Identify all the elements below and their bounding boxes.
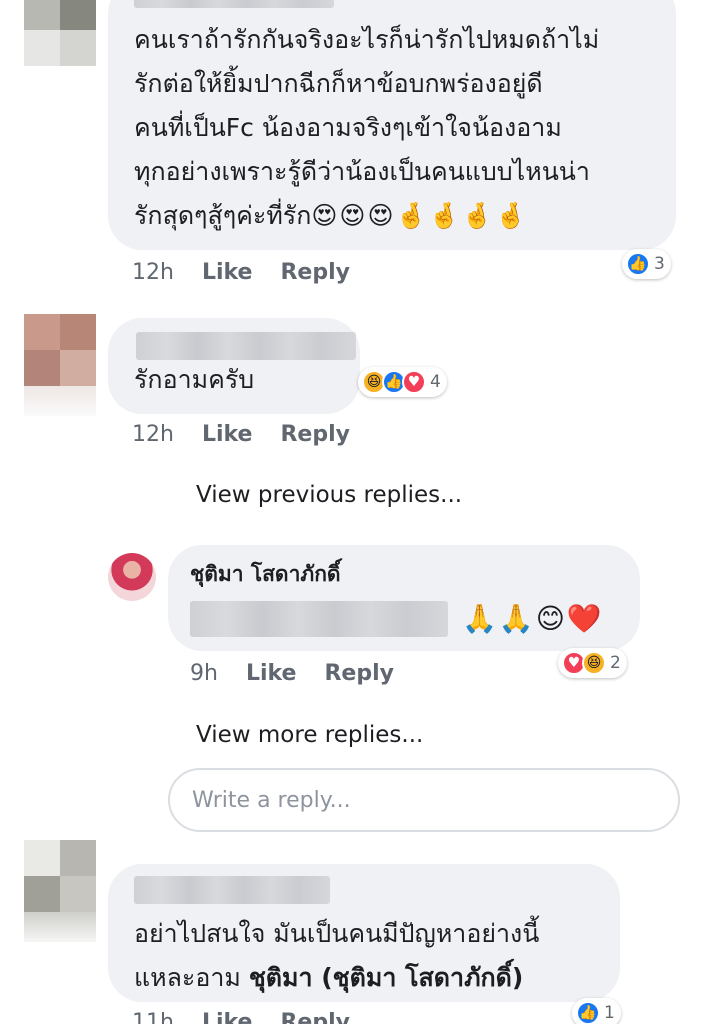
comment-timestamp[interactable]: 11h xyxy=(132,1010,174,1024)
comment-bubble[interactable]: อย่าไปสนใจ มันเป็นคนมีปัญหาอย่างนี้ แหละ… xyxy=(108,864,620,1002)
comment-text-line: ทุกอย่างเพราะรู้ดีว่าน้องเป็นคนแบบไหนน่า xyxy=(134,157,590,186)
reply-button[interactable]: Reply xyxy=(280,260,350,285)
avatar[interactable] xyxy=(24,840,96,912)
comment-text-line: รักสุดๆสู้ๆค่ะที่รัก xyxy=(134,201,312,230)
like-reaction-icon: 👍 xyxy=(626,252,650,276)
comment-text-line: รักต่อให้ยิ้มปากฉีกก็หาข้อบกพร่องอยู่ดี xyxy=(134,69,543,98)
comment-timestamp[interactable]: 12h xyxy=(132,260,174,285)
reply-button[interactable]: Reply xyxy=(280,1010,350,1024)
author-name-blurred xyxy=(134,876,330,904)
reply-author-name[interactable]: ชุติมา โสดาภักดิ์ xyxy=(190,559,640,589)
reaction-count: 4 xyxy=(430,372,441,392)
reaction-count: 3 xyxy=(654,254,665,274)
comment-text: รักอามครับ xyxy=(134,365,255,394)
like-reaction-icon: 👍 xyxy=(576,1001,600,1024)
reaction-count: 1 xyxy=(604,1003,615,1023)
comment-bubble[interactable]: รักอามครับ xyxy=(108,318,360,414)
author-name-blurred xyxy=(134,0,334,8)
reply-button[interactable]: Reply xyxy=(280,422,350,447)
comment-bubble[interactable]: คนเราถ้ารักกันจริงอะไรก็น่ารักไปหมดถ้าไม… xyxy=(108,0,676,250)
comment-actions: 12h Like Reply xyxy=(132,260,350,285)
reaction-summary[interactable]: ♥ 😆 2 xyxy=(558,648,627,678)
avatar[interactable] xyxy=(24,0,96,66)
comment-text-line: แหละอาม xyxy=(134,963,241,992)
like-button[interactable]: Like xyxy=(202,1010,253,1024)
avatar[interactable] xyxy=(108,553,156,601)
comment-text-line: คนที่เป็นFc น้องอามจริงๆเข้าใจน้องอาม xyxy=(134,113,562,142)
reply-timestamp[interactable]: 9h xyxy=(190,661,218,686)
reply-bubble[interactable]: ชุติมา โสดาภักดิ์ 🙏🙏😊❤️ xyxy=(168,545,640,651)
reaction-summary[interactable]: 👍 1 xyxy=(572,998,621,1024)
reply-input-placeholder: Write a reply... xyxy=(192,787,351,813)
comment-text-line: อย่าไปสนใจ มันเป็นคนมีปัญหาอย่างนี้ xyxy=(134,919,540,948)
comment-thread: คนเราถ้ารักกันจริงอะไรก็น่ารักไปหมดถ้าไม… xyxy=(0,0,705,1024)
avatar-fade xyxy=(24,912,96,942)
reply-text-blurred xyxy=(190,601,448,637)
reply-actions: 9h Like Reply xyxy=(190,661,394,686)
author-name-blurred xyxy=(136,332,356,360)
like-button[interactable]: Like xyxy=(246,661,297,686)
comment-text-line: คนเราถ้ารักกันจริงอะไรก็น่ารักไปหมดถ้าไม… xyxy=(134,25,600,54)
reply-input[interactable]: Write a reply... xyxy=(168,768,680,832)
view-previous-replies-link[interactable]: View previous replies... xyxy=(196,482,462,508)
view-more-replies-link[interactable]: View more replies... xyxy=(196,722,423,748)
reply-body: 🙏🙏😊❤️ xyxy=(190,601,640,637)
avatar-fade xyxy=(24,386,96,416)
reaction-summary[interactable]: 😆 👍 ♥ 4 xyxy=(358,367,447,397)
comment-text-line-last: แหละอาม ชุติมา (ชุติมา โสดาภักดิ์) xyxy=(134,956,620,1000)
avatar[interactable] xyxy=(24,314,96,386)
haha-reaction-icon: 😆 xyxy=(582,651,606,675)
emoji-sequence: 😍😍😍🤞🤞🤞🤞 xyxy=(311,201,529,230)
love-reaction-icon: ♥ xyxy=(402,370,426,394)
like-button[interactable]: Like xyxy=(202,260,253,285)
mention-link[interactable]: ชุติมา (ชุติมา โสดาภักดิ์) xyxy=(249,963,524,992)
comment-text-line-last: รักสุดๆสู้ๆค่ะที่รัก😍😍😍🤞🤞🤞🤞 xyxy=(134,194,676,238)
comment-timestamp[interactable]: 12h xyxy=(132,422,174,447)
like-button[interactable]: Like xyxy=(202,422,253,447)
comment-actions: 12h Like Reply xyxy=(132,422,350,447)
reaction-summary[interactable]: 👍 3 xyxy=(622,249,671,279)
comment-actions: 11h Like Reply xyxy=(132,1010,350,1024)
reaction-count: 2 xyxy=(610,653,621,673)
emoji-sequence: 🙏🙏😊❤️ xyxy=(462,602,604,635)
reply-button[interactable]: Reply xyxy=(324,661,394,686)
